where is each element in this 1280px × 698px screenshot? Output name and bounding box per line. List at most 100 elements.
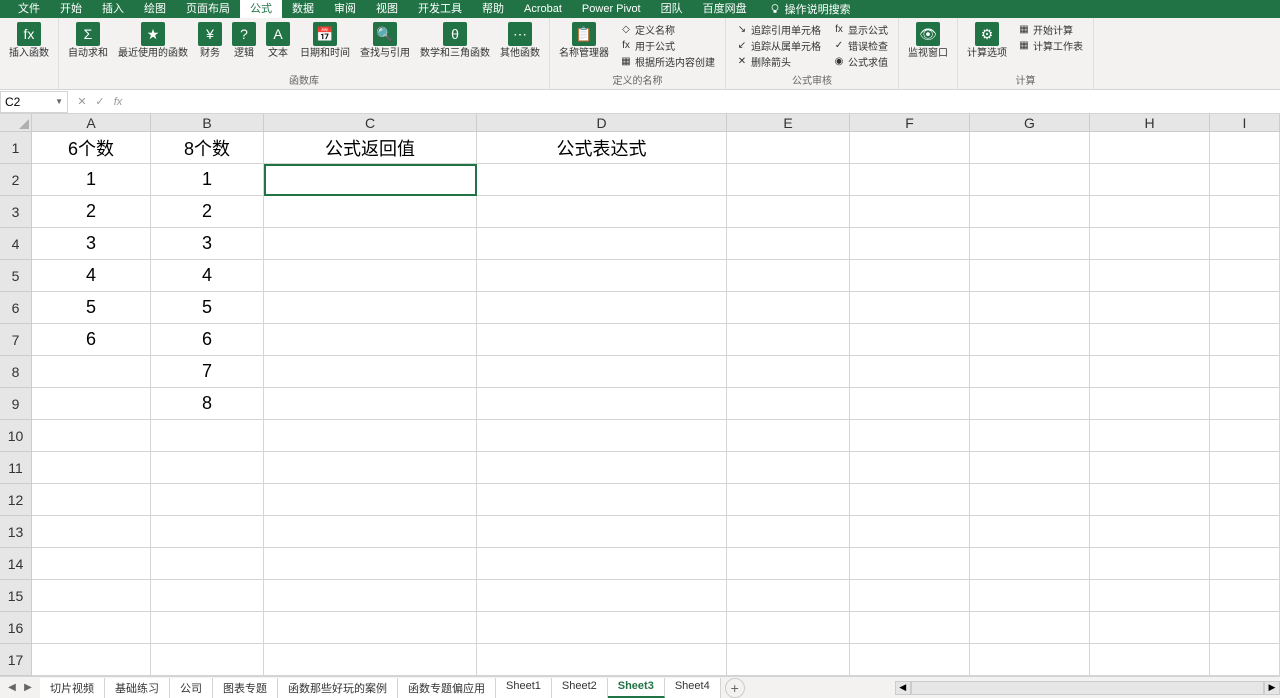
cell-G5[interactable] [970,260,1090,292]
cell-G2[interactable] [970,164,1090,196]
cell-B17[interactable] [151,644,264,676]
cell-D3[interactable] [477,196,727,228]
cell-I9[interactable] [1210,388,1280,420]
ribbon-button-其他函数[interactable]: ⋯其他函数 [495,20,545,61]
cell-D14[interactable] [477,548,727,580]
col-header-D[interactable]: D [477,114,727,132]
cell-F16[interactable] [850,612,970,644]
cell-C13[interactable] [264,516,477,548]
cell-B7[interactable]: 6 [151,324,264,356]
cell-G7[interactable] [970,324,1090,356]
cell-A4[interactable]: 3 [32,228,151,260]
col-header-I[interactable]: I [1210,114,1280,132]
cell-A7[interactable]: 6 [32,324,151,356]
cell-B9[interactable]: 8 [151,388,264,420]
cell-B3[interactable]: 2 [151,196,264,228]
cell-I2[interactable] [1210,164,1280,196]
cell-G1[interactable] [970,132,1090,164]
sheet-tab-函数那些好玩的案例[interactable]: 函数那些好玩的案例 [278,678,398,698]
cell-E2[interactable] [727,164,850,196]
ribbon-menu-item-删除箭头[interactable]: ✕删除箭头 [734,53,823,69]
cell-H16[interactable] [1090,612,1210,644]
ribbon-button-计算选项[interactable]: ⚙计算选项 [962,20,1012,61]
cell-E3[interactable] [727,196,850,228]
cell-H2[interactable] [1090,164,1210,196]
cell-I16[interactable] [1210,612,1280,644]
cell-A1[interactable]: 6个数 [32,132,151,164]
cell-I10[interactable] [1210,420,1280,452]
scroll-right-icon[interactable]: ▶ [1264,681,1280,695]
cell-F1[interactable] [850,132,970,164]
cell-E15[interactable] [727,580,850,612]
cell-E1[interactable] [727,132,850,164]
cell-H13[interactable] [1090,516,1210,548]
sheet-tab-基础练习[interactable]: 基础练习 [105,678,170,698]
cancel-icon[interactable]: ✕ [74,94,90,110]
menu-tab-Acrobat[interactable]: Acrobat [514,0,572,18]
cell-A11[interactable] [32,452,151,484]
cell-B15[interactable] [151,580,264,612]
name-box[interactable]: C2 ▼ [0,91,68,113]
row-header-5[interactable]: 5 [0,260,32,292]
select-all-button[interactable] [0,114,32,132]
cell-A17[interactable] [32,644,151,676]
cell-C8[interactable] [264,356,477,388]
cell-B5[interactable]: 4 [151,260,264,292]
cell-I7[interactable] [1210,324,1280,356]
cell-B2[interactable]: 1 [151,164,264,196]
cell-F9[interactable] [850,388,970,420]
sheet-tab-图表专题[interactable]: 图表专题 [213,678,278,698]
menu-tab-数据[interactable]: 数据 [282,0,324,18]
row-header-4[interactable]: 4 [0,228,32,260]
cell-G16[interactable] [970,612,1090,644]
cell-I8[interactable] [1210,356,1280,388]
cell-C15[interactable] [264,580,477,612]
ribbon-button-日期和时间[interactable]: 📅日期和时间 [295,20,355,61]
cell-D9[interactable] [477,388,727,420]
menu-tab-百度网盘[interactable]: 百度网盘 [693,0,757,18]
ribbon-button-逻辑[interactable]: ?逻辑 [227,20,261,61]
col-header-B[interactable]: B [151,114,264,132]
cell-F13[interactable] [850,516,970,548]
cell-C1[interactable]: 公式返回值 [264,132,477,164]
cell-A10[interactable] [32,420,151,452]
row-header-2[interactable]: 2 [0,164,32,196]
cell-D2[interactable] [477,164,727,196]
scroll-track[interactable] [911,681,1264,695]
menu-tab-开始[interactable]: 开始 [50,0,92,18]
cell-E13[interactable] [727,516,850,548]
ribbon-menu-item-错误检查[interactable]: ✓错误检查 [831,37,890,53]
row-header-8[interactable]: 8 [0,356,32,388]
cell-C12[interactable] [264,484,477,516]
menu-tab-开发工具[interactable]: 开发工具 [408,0,472,18]
menu-tab-页面布局[interactable]: 页面布局 [176,0,240,18]
cell-H3[interactable] [1090,196,1210,228]
cell-G11[interactable] [970,452,1090,484]
col-header-C[interactable]: C [264,114,477,132]
chevron-down-icon[interactable]: ▼ [55,97,63,106]
row-header-17[interactable]: 17 [0,644,32,676]
cell-F6[interactable] [850,292,970,324]
cell-D10[interactable] [477,420,727,452]
sheet-tab-公司[interactable]: 公司 [170,678,213,698]
scroll-left-icon[interactable]: ◀ [895,681,911,695]
col-header-H[interactable]: H [1090,114,1210,132]
cell-E4[interactable] [727,228,850,260]
cell-D11[interactable] [477,452,727,484]
row-header-7[interactable]: 7 [0,324,32,356]
ribbon-menu-item-公式求值[interactable]: ◉公式求值 [831,53,890,69]
cell-G8[interactable] [970,356,1090,388]
row-header-1[interactable]: 1 [0,132,32,164]
cell-G12[interactable] [970,484,1090,516]
cell-F12[interactable] [850,484,970,516]
cell-D15[interactable] [477,580,727,612]
cell-E6[interactable] [727,292,850,324]
fx-icon[interactable]: fx [110,94,126,110]
cell-D17[interactable] [477,644,727,676]
sheet-tab-Sheet4[interactable]: Sheet4 [665,678,721,698]
cell-A16[interactable] [32,612,151,644]
menu-tab-插入[interactable]: 插入 [92,0,134,18]
cell-D7[interactable] [477,324,727,356]
cell-H4[interactable] [1090,228,1210,260]
cell-E10[interactable] [727,420,850,452]
